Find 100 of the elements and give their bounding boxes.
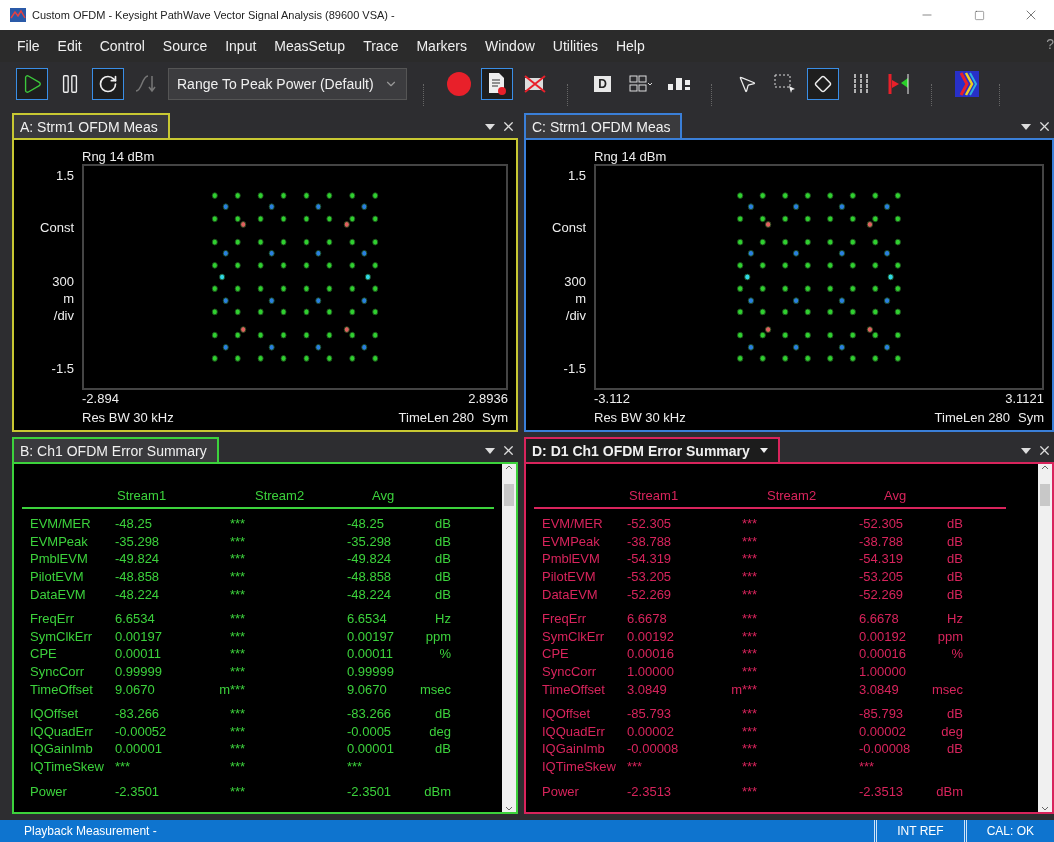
unit-label: ppm <box>424 628 451 644</box>
table-cell-text: *** <box>230 741 247 757</box>
menu-item[interactable]: MeasSetup <box>265 34 355 58</box>
range-dropdown[interactable]: Range To Peak Power (Default) <box>168 68 407 100</box>
diamond-button[interactable] <box>806 68 839 100</box>
unit-label: Hz <box>434 611 451 627</box>
help-mark[interactable]: ? <box>1046 36 1054 52</box>
table-cell-text: -2.3501 <box>115 783 161 799</box>
table-cell-text: *** <box>742 628 759 644</box>
table-cell-text: 0.00011 <box>347 646 395 662</box>
y-axis-scale: 300 <box>52 272 74 290</box>
table-cell-text: 0.00002 <box>627 723 675 739</box>
menu-item[interactable]: Trace <box>354 34 408 58</box>
letter-button[interactable]: D <box>586 68 619 100</box>
unit-label: dB <box>946 516 963 532</box>
table-cell-text: *** <box>627 759 644 774</box>
table-cell-text: 0.00016 <box>627 646 675 662</box>
unit-label: dB <box>434 741 451 757</box>
table-cell-text: *** <box>742 681 759 697</box>
menu-item[interactable]: Source <box>153 34 217 58</box>
scrollbar[interactable] <box>1038 464 1052 812</box>
table-cell-text: *** <box>742 759 759 774</box>
close-icon[interactable] <box>501 119 516 134</box>
metric-label: IQTimeSkew <box>30 759 105 774</box>
trace-tab[interactable]: B: Ch1 OFDM Error Summary <box>12 437 219 462</box>
table-cell-text: *** <box>859 759 876 774</box>
unit-label: dB <box>434 551 451 567</box>
menu-item[interactable]: Markers <box>407 34 476 58</box>
dropdown-icon[interactable] <box>485 447 495 454</box>
table-cell-text: -83.266 <box>115 706 161 722</box>
table-cell-text: 0.00192 <box>859 628 907 644</box>
table-cell-text: -54.319 <box>859 551 905 567</box>
y-axis-format: Const <box>552 220 586 236</box>
status-indicator: CAL: OK <box>963 820 1054 842</box>
table-cell-text: -52.305 <box>627 516 673 532</box>
table-cell-text: -48.224 <box>347 586 393 602</box>
table-cell-text: -48.858 <box>115 569 161 585</box>
table-cell-text: -38.788 <box>627 533 673 549</box>
status-indicator: INT REF <box>874 820 964 842</box>
metric-label: IQGainImb <box>30 741 94 757</box>
repeat-button[interactable] <box>92 68 124 100</box>
table-cell-text: *** <box>230 551 247 567</box>
table-cell-text: -85.793 <box>627 706 673 722</box>
menu-item[interactable]: Edit <box>48 34 91 58</box>
table-cell-text: *** <box>742 646 759 662</box>
metric-label: SyncCorr <box>30 664 86 680</box>
document-button[interactable] <box>480 68 513 100</box>
menu-item[interactable]: Control <box>90 34 154 58</box>
column-header: Stream1 <box>117 488 168 503</box>
metric-label: SymClkErr <box>30 628 94 644</box>
scrollbar-thumb[interactable] <box>504 484 514 506</box>
unit-prefix: m <box>218 681 230 697</box>
metric-label: TimeOffset <box>542 681 606 697</box>
table-cell-text: *** <box>230 586 247 602</box>
table-cell-text: 3.0849 <box>859 681 900 697</box>
trace-tab[interactable]: C: Strm1 OFDM Meas <box>524 113 683 138</box>
dropdown-icon[interactable] <box>1021 123 1031 130</box>
menu-item[interactable]: Help <box>606 34 654 58</box>
table-cell-text: 9.0670 <box>347 681 388 697</box>
table-cell-text: *** <box>230 516 247 532</box>
metric-label: IQTimeSkew <box>542 759 617 774</box>
table-cell-text: -48.25 <box>347 516 385 532</box>
close-icon[interactable] <box>1037 443 1052 458</box>
table-cell-text: *** <box>230 706 247 722</box>
table-cell-text: 3.0849 <box>627 681 668 697</box>
table-cell-text: *** <box>115 759 132 774</box>
x-axis-min: -2.894 <box>82 390 120 408</box>
trace-tab[interactable]: D: D1 Ch1 OFDM Error Summary <box>524 437 780 462</box>
dropdown-icon[interactable] <box>1021 447 1031 454</box>
table-cell-text: 6.6534 <box>347 611 388 627</box>
table-cell-text: 6.6678 <box>859 611 900 627</box>
scrollbar[interactable] <box>502 464 516 812</box>
menu-item[interactable]: File <box>8 34 49 58</box>
table-cell-text: -48.224 <box>115 586 161 602</box>
menu-item[interactable]: Utilities <box>543 34 607 58</box>
metric-label: FreqErr <box>30 611 76 627</box>
unit-label: ppm <box>936 628 963 644</box>
table-cell-text: 1.00000 <box>859 664 907 680</box>
menu-item[interactable]: Window <box>476 34 544 58</box>
y-axis-scale: m <box>575 289 586 307</box>
diamond-icon <box>813 75 832 93</box>
unit-label: dB <box>946 586 963 602</box>
unit-label: msec <box>930 681 963 697</box>
table-cell-text: *** <box>230 646 247 662</box>
trace-tab[interactable]: A: Strm1 OFDM Meas <box>12 113 170 138</box>
menu-item[interactable]: Input <box>216 34 266 58</box>
metric-label: IQOffset <box>30 706 80 722</box>
metric-label: SyncCorr <box>542 664 598 680</box>
play-button[interactable] <box>16 68 48 100</box>
dropdown-icon[interactable] <box>485 123 495 130</box>
column-header: Avg <box>372 488 396 503</box>
y-axis-min: -1.5 <box>51 361 74 376</box>
time-length: TimeLen 280 <box>398 409 474 427</box>
table-cell-text: -85.793 <box>859 706 905 722</box>
table-cell-text: -0.00008 <box>859 741 912 757</box>
close-icon[interactable] <box>501 443 516 458</box>
table-cell-text: *** <box>230 569 247 585</box>
close-icon[interactable] <box>1037 119 1052 134</box>
table-cell-text: -53.205 <box>859 569 905 585</box>
scrollbar-thumb[interactable] <box>1040 484 1050 506</box>
